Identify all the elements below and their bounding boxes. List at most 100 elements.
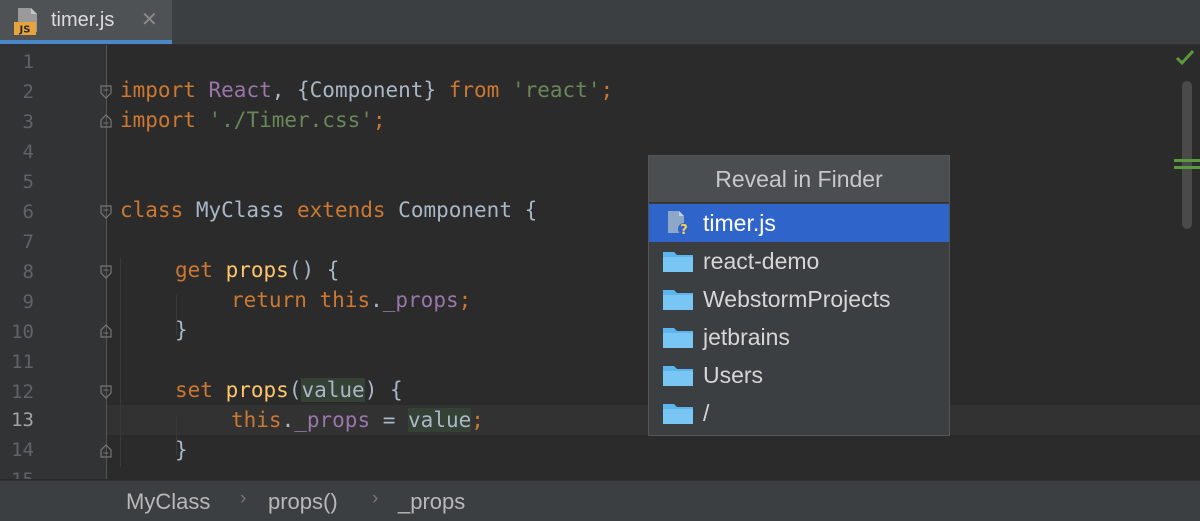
code-text: }	[175, 438, 188, 462]
folder-icon	[663, 366, 693, 386]
popup-item-label: /	[703, 400, 710, 426]
code-text: Component {	[385, 198, 538, 222]
line-number: 10	[11, 321, 34, 343]
code-text: }	[175, 318, 188, 342]
svg-text:?: ?	[680, 223, 688, 236]
line-number: 8	[22, 261, 34, 283]
code-line: get props() {	[175, 255, 339, 285]
folder-icon	[663, 404, 693, 424]
keyword: from	[448, 78, 500, 102]
breadcrumb-item-props[interactable]: props()	[268, 489, 338, 515]
code-text: (	[288, 378, 302, 402]
line-number: 4	[22, 141, 34, 163]
breadcrumb-item-myclass[interactable]: MyClass	[126, 489, 210, 515]
js-file-unknown-icon: ?	[668, 211, 690, 236]
code-text: ) {	[364, 378, 403, 402]
reveal-in-finder-popup: Reveal in Finder ? timer.js react-demo W…	[648, 155, 950, 436]
string-literal: './Timer.css'	[208, 108, 373, 132]
code-line-current: this._props = value;	[231, 405, 484, 435]
line-number: 12	[11, 381, 34, 403]
line-number: 1	[22, 51, 34, 73]
punctuation: ;	[471, 408, 484, 432]
code-line: import './Timer.css';	[120, 105, 386, 135]
editor-tab-bar: JS timer.js ✕	[0, 0, 1200, 45]
keyword: this	[319, 288, 371, 312]
identifier: React	[208, 78, 272, 102]
fold-close-icon[interactable]	[100, 444, 112, 458]
popup-item-users[interactable]: Users	[649, 356, 949, 394]
popup-title: Reveal in Finder	[649, 156, 949, 203]
field-name: _props	[294, 408, 371, 432]
fold-open-icon[interactable]	[100, 205, 112, 219]
code-text: MyClass	[183, 198, 298, 222]
fold-close-icon[interactable]	[100, 324, 112, 338]
keyword: import	[120, 108, 196, 132]
fold-open-icon[interactable]	[100, 265, 112, 279]
keyword: set	[175, 378, 213, 402]
change-marker[interactable]	[1174, 166, 1200, 169]
popup-item-timer-js[interactable]: ? timer.js	[649, 204, 949, 242]
method-name: props	[225, 378, 289, 402]
close-icon[interactable]: ✕	[141, 7, 158, 31]
popup-item-root[interactable]: /	[649, 394, 949, 432]
code-line: set props(value) {	[175, 375, 403, 405]
fold-close-icon[interactable]	[100, 114, 112, 128]
line-number: 3	[22, 111, 34, 133]
popup-item-label: jetbrains	[703, 324, 790, 350]
popup-item-label: WebstormProjects	[703, 286, 891, 312]
field-name: _props	[382, 288, 459, 312]
tab-timer-js[interactable]: JS timer.js ✕	[0, 0, 172, 44]
punctuation: ;	[600, 78, 614, 102]
keyword: return	[231, 288, 307, 312]
vertical-scrollbar[interactable]	[1182, 81, 1192, 229]
code-text: =	[370, 408, 409, 432]
code-line: }	[175, 435, 188, 465]
popup-item-jetbrains[interactable]: jetbrains	[649, 318, 949, 356]
change-marker[interactable]	[1174, 159, 1200, 162]
keyword: this	[231, 408, 282, 432]
code-line: import React, {Component} from 'react';	[120, 75, 613, 105]
folder-icon	[663, 328, 693, 348]
fold-open-icon[interactable]	[100, 385, 112, 399]
keyword: import	[120, 78, 196, 102]
method-name: props	[225, 258, 289, 282]
string-literal: 'react'	[511, 78, 601, 102]
code-text: , {Component}	[271, 78, 449, 102]
line-number: 15	[0, 465, 34, 479]
folder-icon	[663, 290, 693, 310]
folder-icon	[663, 252, 693, 272]
breadcrumb-separator: ›	[372, 488, 379, 509]
checkmark-icon[interactable]	[1174, 47, 1196, 69]
line-number: 11	[11, 351, 34, 373]
parameter: value	[301, 378, 365, 402]
line-number: 14	[11, 439, 34, 461]
line-number: 6	[22, 201, 34, 223]
punctuation: ;	[458, 288, 472, 312]
popup-item-webstormprojects[interactable]: WebstormProjects	[649, 280, 949, 318]
punctuation: ;	[372, 108, 386, 132]
svg-text:JS: JS	[19, 25, 31, 36]
popup-item-react-demo[interactable]: react-demo	[649, 242, 949, 280]
keyword: extends	[297, 198, 386, 222]
breadcrumb-item-field[interactable]: _props	[398, 489, 465, 515]
breadcrumb-separator: ›	[240, 488, 247, 509]
breadcrumb: MyClass › props() › _props	[0, 480, 1200, 521]
line-number: 9	[22, 291, 34, 313]
tab-label: timer.js	[51, 9, 115, 31]
fold-open-icon[interactable]	[100, 85, 112, 99]
indent-guide	[120, 257, 121, 467]
code-line: }	[175, 315, 188, 345]
js-file-icon: JS	[14, 8, 37, 36]
code-line: class MyClass extends Component {	[120, 195, 537, 225]
code-text: .	[281, 408, 295, 432]
code-editor[interactable]: 1 2 3 4 5 6 7 8 9 10 11 12 13 14 15 impo…	[0, 45, 1200, 479]
code-text: () {	[288, 258, 340, 282]
popup-item-label: react-demo	[703, 248, 820, 274]
code-line: return this._props;	[231, 285, 471, 315]
line-number: 7	[22, 231, 34, 253]
